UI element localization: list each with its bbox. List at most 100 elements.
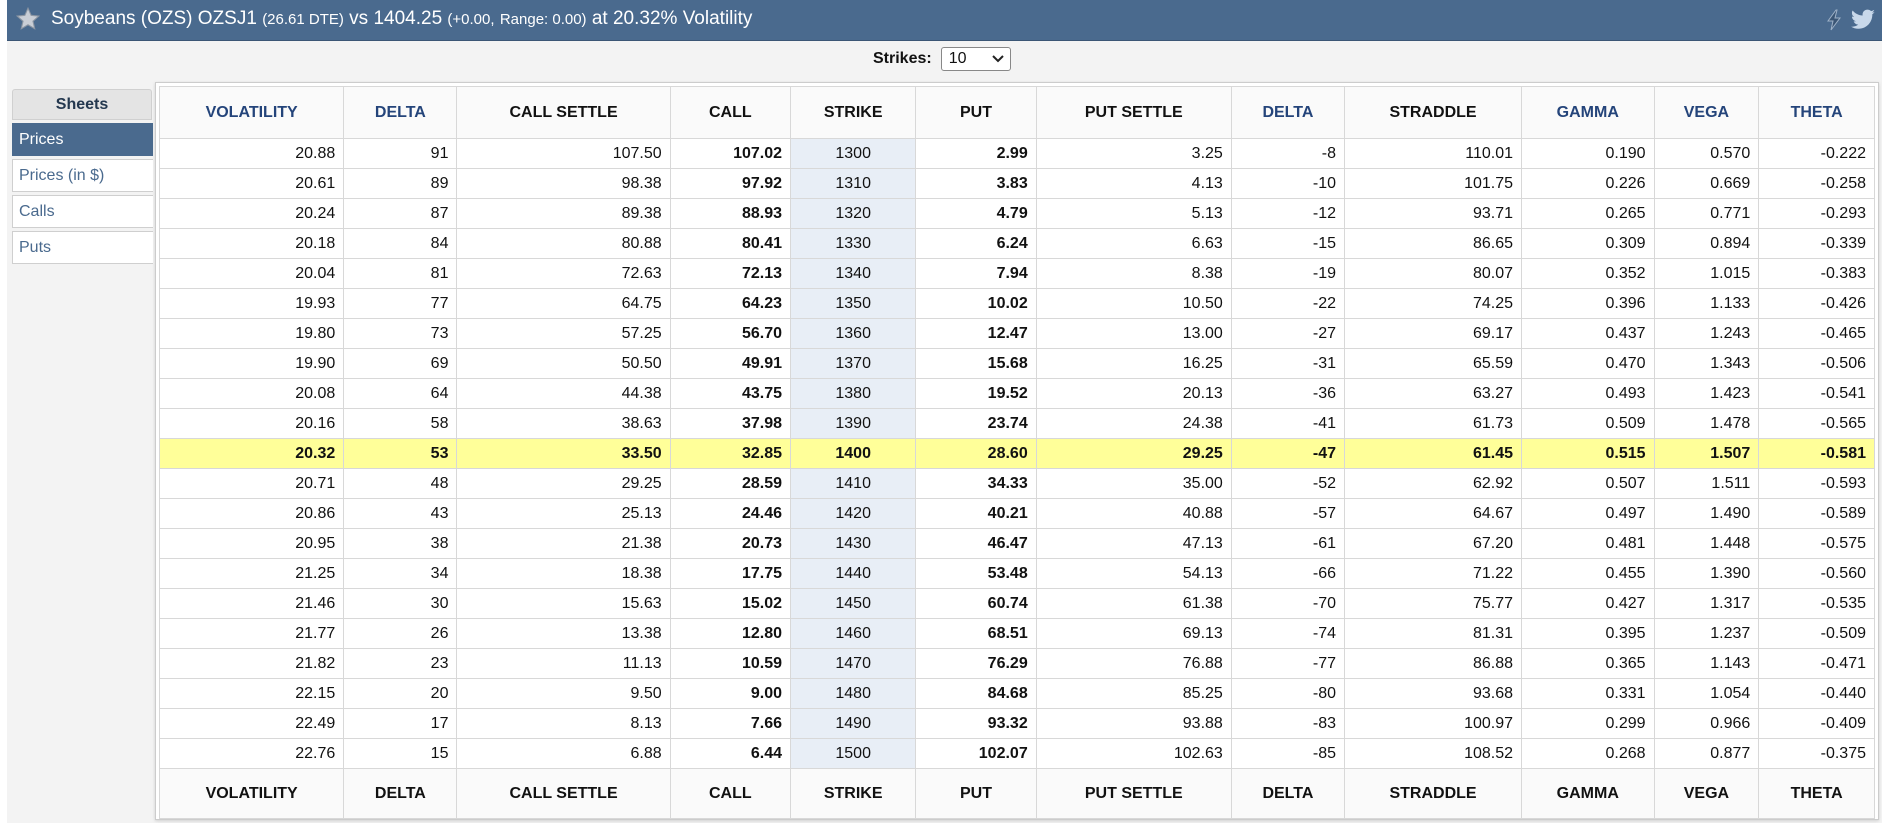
table-row[interactable]: 20.18 84 80.88 80.41 1330 6.24 6.63 -15 86.65 0.3… bbox=[158, 228, 1875, 259]
cell-call: 107.02 bbox=[669, 138, 792, 169]
col-strike[interactable]: STRIKE bbox=[790, 86, 917, 139]
table-row[interactable]: 20.86 43 25.13 24.46 1420 40.21 40.88 -57 64.67 0… bbox=[158, 498, 1875, 529]
table-row[interactable]: 20.24 87 89.38 88.93 1320 4.79 5.13 -12 93.71 0.2… bbox=[158, 198, 1875, 229]
cell-straddle: 86.88 bbox=[1344, 648, 1523, 679]
col-put[interactable]: PUT bbox=[915, 86, 1037, 139]
cell-call-settle: 64.75 bbox=[456, 288, 671, 319]
table-row[interactable]: 20.08 64 44.38 43.75 1380 19.52 20.13 -36 63.27 0… bbox=[158, 378, 1875, 409]
cell-volatility: 22.76 bbox=[158, 738, 345, 769]
foot-put-delta: DELTA bbox=[1230, 768, 1346, 819]
cell-vega: 0.894 bbox=[1653, 228, 1760, 259]
col-vega[interactable]: VEGA bbox=[1653, 86, 1760, 139]
cell-call-delta: 23 bbox=[343, 648, 458, 679]
table-row[interactable]: 20.95 38 21.38 20.73 1430 46.47 47.13 -61 67.20 0… bbox=[158, 528, 1875, 559]
sheet-puts[interactable]: Puts bbox=[12, 231, 153, 264]
table-row[interactable]: 20.16 58 38.63 37.98 1390 23.74 24.38 -41 61.73 0… bbox=[158, 408, 1875, 439]
cell-strike: 1330 bbox=[790, 228, 917, 259]
cell-call: 15.02 bbox=[669, 588, 792, 619]
col-volatility[interactable]: VOLATILITY bbox=[158, 86, 345, 139]
cell-gamma: 0.509 bbox=[1521, 408, 1655, 439]
col-call-delta[interactable]: DELTA bbox=[343, 86, 458, 139]
chevron-down-icon bbox=[991, 55, 1004, 63]
lightning-icon[interactable] bbox=[1824, 9, 1844, 31]
cell-call-settle: 18.38 bbox=[456, 558, 671, 589]
cell-volatility: 20.04 bbox=[158, 258, 345, 289]
sheets-sidebar: Sheets Prices Prices (in $) Calls Puts bbox=[12, 89, 153, 264]
table-row[interactable]: 22.15 20 9.50 9.00 1480 84.68 85.25 -80 93.68 0.3… bbox=[158, 678, 1875, 709]
table-row[interactable]: 20.04 81 72.63 72.13 1340 7.94 8.38 -19 80.07 0.3… bbox=[158, 258, 1875, 289]
cell-put-delta: -22 bbox=[1230, 288, 1346, 319]
cell-put-settle: 16.25 bbox=[1035, 348, 1232, 379]
sheet-prices-dollar[interactable]: Prices (in $) bbox=[12, 159, 153, 192]
cell-gamma: 0.299 bbox=[1521, 708, 1655, 739]
table-row[interactable]: 21.46 30 15.63 15.02 1450 60.74 61.38 -70 75.77 0… bbox=[158, 588, 1875, 619]
cell-volatility: 20.86 bbox=[158, 498, 345, 529]
col-call[interactable]: CALL bbox=[669, 86, 792, 139]
cell-call-delta: 15 bbox=[343, 738, 458, 769]
table-header: VOLATILITY DELTA CALL SETTLE CALL STRIKE… bbox=[158, 86, 1875, 139]
table-row[interactable]: 19.93 77 64.75 64.23 1350 10.02 10.50 -22 74.25 0… bbox=[158, 288, 1875, 319]
col-put-delta[interactable]: DELTA bbox=[1230, 86, 1346, 139]
cell-put-delta: -61 bbox=[1230, 528, 1346, 559]
cell-gamma: 0.190 bbox=[1521, 138, 1655, 169]
cell-theta: -0.593 bbox=[1758, 468, 1875, 499]
sheet-prices[interactable]: Prices bbox=[12, 123, 153, 156]
foot-put: PUT bbox=[915, 768, 1037, 819]
strikes-select[interactable]: 10 bbox=[940, 47, 1011, 71]
cell-call: 64.23 bbox=[669, 288, 792, 319]
cell-put-delta: -19 bbox=[1230, 258, 1346, 289]
cell-volatility: 20.88 bbox=[158, 138, 345, 169]
col-call-settle[interactable]: CALL SETTLE bbox=[456, 86, 671, 139]
cell-call: 9.00 bbox=[669, 678, 792, 709]
cell-call: 32.85 bbox=[669, 438, 792, 469]
cell-straddle: 110.01 bbox=[1344, 138, 1523, 169]
foot-gamma: GAMMA bbox=[1521, 768, 1655, 819]
table-row[interactable]: 20.71 48 29.25 28.59 1410 34.33 35.00 -52 62.92 0… bbox=[158, 468, 1875, 499]
table-row[interactable]: 22.76 15 6.88 6.44 1500 102.07 102.63 -85 108.52… bbox=[158, 738, 1875, 769]
cell-theta: -0.509 bbox=[1758, 618, 1875, 649]
cell-gamma: 0.515 bbox=[1521, 438, 1655, 469]
header-row: VOLATILITY DELTA CALL SETTLE CALL STRIKE… bbox=[158, 86, 1875, 139]
table-row[interactable]: 19.90 69 50.50 49.91 1370 15.68 16.25 -31 65.59 0… bbox=[158, 348, 1875, 379]
cell-call: 56.70 bbox=[669, 318, 792, 349]
table-row[interactable]: 21.25 34 18.38 17.75 1440 53.48 54.13 -66 71.22 0… bbox=[158, 558, 1875, 589]
star-icon[interactable] bbox=[15, 6, 41, 32]
cell-call-settle: 72.63 bbox=[456, 258, 671, 289]
table-row[interactable]: 20.61 89 98.38 97.92 1310 3.83 4.13 -10 101.75 0.… bbox=[158, 168, 1875, 199]
cell-put-delta: -10 bbox=[1230, 168, 1346, 199]
table-row[interactable]: 20.88 91 107.50 107.02 1300 2.99 3.25 -8 110.01 0… bbox=[158, 138, 1875, 169]
cell-put: 3.83 bbox=[915, 168, 1037, 199]
cell-put-delta: -31 bbox=[1230, 348, 1346, 379]
cell-put-settle: 5.13 bbox=[1035, 198, 1232, 229]
cell-call: 37.98 bbox=[669, 408, 792, 439]
table-row[interactable]: 21.82 23 11.13 10.59 1470 76.29 76.88 -77 86.88 0… bbox=[158, 648, 1875, 679]
table-row[interactable]: 22.49 17 8.13 7.66 1490 93.32 93.88 -83 100.97 0.… bbox=[158, 708, 1875, 739]
sheet-calls[interactable]: Calls bbox=[12, 195, 153, 228]
foot-strike: STRIKE bbox=[790, 768, 917, 819]
cell-call-settle: 11.13 bbox=[456, 648, 671, 679]
twitter-icon[interactable] bbox=[1850, 8, 1876, 32]
cell-vega: 1.511 bbox=[1653, 468, 1760, 499]
col-straddle[interactable]: STRADDLE bbox=[1344, 86, 1523, 139]
cell-put: 4.79 bbox=[915, 198, 1037, 229]
cell-vega: 1.054 bbox=[1653, 678, 1760, 709]
cell-put: 2.99 bbox=[915, 138, 1037, 169]
cell-gamma: 0.265 bbox=[1521, 198, 1655, 229]
cell-strike: 1470 bbox=[790, 648, 917, 679]
cell-vega: 1.317 bbox=[1653, 588, 1760, 619]
table-row[interactable]: 20.32 53 33.50 32.85 1400 28.60 29.25 -47 61.45 0… bbox=[158, 438, 1875, 469]
strikes-control: Strikes: 10 bbox=[873, 47, 1011, 71]
cell-straddle: 62.92 bbox=[1344, 468, 1523, 499]
col-theta[interactable]: THETA bbox=[1758, 86, 1875, 139]
cell-strike: 1400 bbox=[790, 438, 917, 469]
cell-theta: -0.409 bbox=[1758, 708, 1875, 739]
cell-put-settle: 76.88 bbox=[1035, 648, 1232, 679]
foot-call: CALL bbox=[669, 768, 792, 819]
col-put-settle[interactable]: PUT SETTLE bbox=[1035, 86, 1232, 139]
cell-gamma: 0.497 bbox=[1521, 498, 1655, 529]
cell-put-settle: 3.25 bbox=[1035, 138, 1232, 169]
table-row[interactable]: 21.77 26 13.38 12.80 1460 68.51 69.13 -74 81.31 0… bbox=[158, 618, 1875, 649]
col-gamma[interactable]: GAMMA bbox=[1521, 86, 1655, 139]
cell-theta: -0.426 bbox=[1758, 288, 1875, 319]
table-row[interactable]: 19.80 73 57.25 56.70 1360 12.47 13.00 -27 69.17 0… bbox=[158, 318, 1875, 349]
